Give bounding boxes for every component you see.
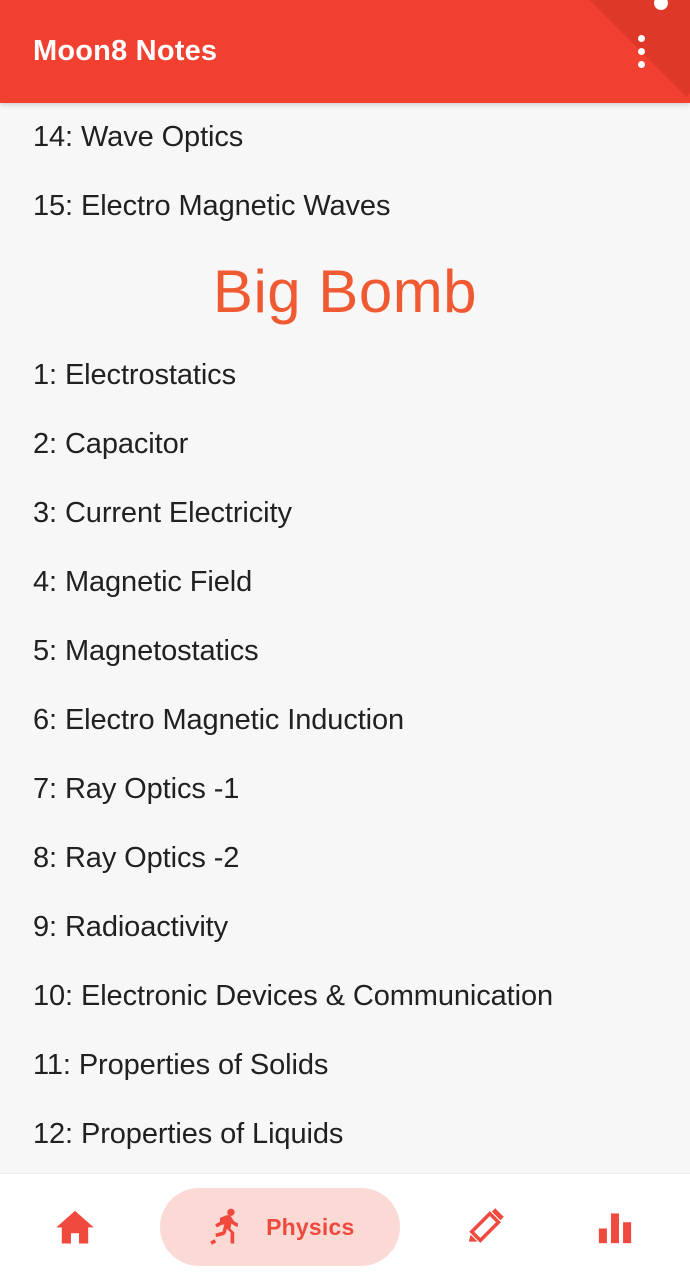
nav-item-physics[interactable]: Physics	[160, 1188, 401, 1266]
list-item[interactable]: 12: Properties of Liquids	[0, 1100, 690, 1169]
list-item[interactable]: 9: Radioactivity	[0, 893, 690, 962]
more-dot-1	[637, 35, 645, 42]
running-person-icon	[206, 1205, 250, 1249]
chapter-list[interactable]: 14: Wave Optics 15: Electro Magnetic Wav…	[0, 103, 690, 1173]
list-item-label: 12: Properties of Liquids	[33, 1118, 344, 1150]
list-item[interactable]: 11: Properties of Solids	[0, 1031, 690, 1100]
list-item[interactable]: 1: Electrostatics	[0, 341, 690, 410]
bar-chart-icon	[593, 1205, 637, 1249]
list-item[interactable]: 4: Magnetic Field	[0, 548, 690, 617]
list-item-label: 9: Radioactivity	[33, 911, 229, 943]
bottom-navigation: Physics	[0, 1173, 690, 1280]
nav-item-edit[interactable]	[442, 1188, 530, 1266]
list-item[interactable]: 8: Ray Optics -2	[0, 824, 690, 893]
list-item[interactable]: 6: Electro Magnetic Induction	[0, 686, 690, 755]
more-vertical-icon[interactable]	[618, 24, 664, 80]
more-dot-3	[637, 61, 645, 68]
nav-item-stats[interactable]	[571, 1188, 659, 1266]
home-icon	[53, 1205, 97, 1249]
list-item-label: 3: Current Electricity	[33, 497, 292, 529]
list-item-label: 6: Electro Magnetic Induction	[33, 704, 405, 736]
list-item[interactable]: 3: Current Electricity	[0, 479, 690, 548]
list-item[interactable]: 14: Wave Optics	[0, 103, 690, 172]
nav-item-physics-label: Physics	[266, 1213, 355, 1240]
app-bar: Moon8 Notes	[0, 0, 690, 103]
list-item[interactable]: 15: Electro Magnetic Waves	[0, 172, 690, 241]
pencil-icon	[464, 1205, 508, 1249]
list-item-label: 10: Electronic Devices & Communication	[33, 980, 554, 1012]
list-item-label: 5: Magnetostatics	[33, 635, 259, 667]
list-item[interactable]: 2: Capacitor	[0, 410, 690, 479]
list-item-label: 2: Capacitor	[33, 428, 189, 460]
app-root: Moon8 Notes 14: Wave Optics 15: Electro …	[0, 0, 690, 1280]
list-item[interactable]: 7: Ray Optics -1	[0, 755, 690, 824]
list-item-label: 8: Ray Optics -2	[33, 842, 240, 874]
list-item[interactable]: 10: Electronic Devices & Communication	[0, 962, 690, 1031]
corner-ribbon-dot-icon	[654, 0, 668, 10]
list-item-label: 4: Magnetic Field	[33, 566, 253, 598]
list-item-label: 15: Electro Magnetic Waves	[33, 190, 391, 222]
more-dot-2	[637, 48, 645, 55]
list-item-label: 14: Wave Optics	[33, 121, 244, 153]
section-heading: Big Bomb	[212, 257, 478, 325]
page-title: Moon8 Notes	[33, 35, 218, 67]
list-item-label: 7: Ray Optics -1	[33, 773, 240, 805]
list-item-label: 1: Electrostatics	[33, 359, 236, 391]
list-item-label: 11: Properties of Solids	[33, 1049, 329, 1081]
nav-item-home[interactable]	[31, 1188, 119, 1266]
list-item[interactable]: 5: Magnetostatics	[0, 617, 690, 686]
